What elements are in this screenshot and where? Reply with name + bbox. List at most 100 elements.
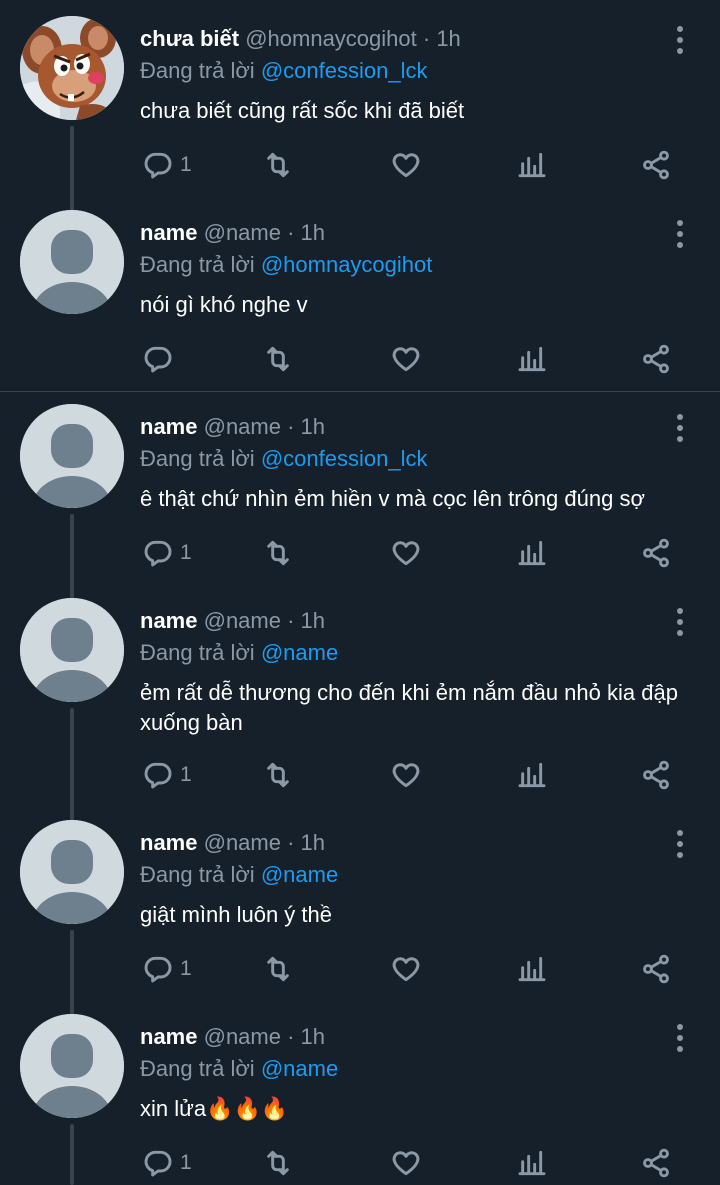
like-icon — [392, 1151, 420, 1176]
views-button[interactable] — [516, 1146, 548, 1180]
replying-prefix: Đang trả lời — [140, 58, 255, 83]
tweet[interactable]: name @name · 1h Đang trả lời @confession… — [0, 388, 720, 582]
timestamp[interactable]: · 1h — [287, 608, 325, 633]
avatar[interactable] — [20, 16, 124, 120]
tweet[interactable]: name @name · 1h Đang trả lời @name ẻm rấ… — [0, 582, 720, 804]
retweet-button[interactable] — [262, 342, 294, 376]
share-button[interactable] — [640, 758, 672, 792]
display-name[interactable]: name — [140, 414, 197, 439]
like-button[interactable] — [390, 342, 422, 376]
reply-button[interactable] — [142, 342, 180, 376]
like-button[interactable] — [390, 952, 422, 986]
replying-prefix: Đang trả lời — [140, 640, 255, 665]
replying-prefix: Đang trả lời — [140, 1056, 255, 1081]
views-button[interactable] — [516, 342, 548, 376]
tweet-actions: 1 — [140, 1146, 680, 1180]
replying-to: Đang trả lời @confession_lck — [140, 58, 427, 84]
timestamp[interactable]: · 1h — [287, 1024, 325, 1049]
replying-prefix: Đang trả lời — [140, 862, 255, 887]
share-button[interactable] — [640, 536, 672, 570]
avatar[interactable] — [20, 1014, 124, 1118]
views-icon — [518, 1150, 546, 1176]
reply-button[interactable]: 1 — [142, 536, 192, 570]
handle[interactable]: @name — [204, 830, 281, 855]
more-icon[interactable] — [674, 220, 686, 248]
like-button[interactable] — [390, 536, 422, 570]
handle[interactable]: @name — [204, 220, 281, 245]
handle[interactable]: @homnaycogihot — [245, 26, 417, 51]
like-icon — [392, 541, 420, 566]
views-button[interactable] — [516, 758, 548, 792]
share-button[interactable] — [640, 1146, 672, 1180]
views-button[interactable] — [516, 148, 548, 182]
replying-to-mention[interactable]: @name — [261, 1056, 338, 1081]
share-button[interactable] — [640, 342, 672, 376]
reply-button[interactable]: 1 — [142, 1146, 192, 1180]
display-name[interactable]: name — [140, 1024, 197, 1049]
more-icon[interactable] — [674, 414, 686, 442]
tweet[interactable]: name @name · 1h Đang trả lời @homnaycogi… — [0, 194, 720, 391]
replying-to: Đang trả lời @homnaycogihot — [140, 252, 432, 278]
like-button[interactable] — [390, 1146, 422, 1180]
display-name[interactable]: name — [140, 608, 197, 633]
reply-button[interactable]: 1 — [142, 148, 192, 182]
avatar[interactable] — [20, 404, 124, 508]
retweet-icon — [267, 1150, 289, 1176]
replying-to-mention[interactable]: @name — [261, 862, 338, 887]
retweet-button[interactable] — [262, 1146, 294, 1180]
display-name[interactable]: name — [140, 830, 197, 855]
avatar[interactable] — [20, 210, 124, 314]
views-button[interactable] — [516, 536, 548, 570]
tweet-header: name @name · 1h — [140, 1024, 325, 1050]
replying-to: Đang trả lời @name — [140, 1056, 338, 1082]
reply-button[interactable]: 1 — [142, 952, 192, 986]
tweet-text: xin lửa🔥🔥🔥 — [140, 1096, 289, 1121]
like-icon — [392, 347, 420, 372]
replying-to-mention[interactable]: @name — [261, 640, 338, 665]
tweet-text: nói gì khó nghe v — [140, 292, 308, 317]
share-button[interactable] — [640, 148, 672, 182]
tweet[interactable]: chưa biết @homnaycogihot · 1h Đang trả l… — [0, 0, 720, 194]
replying-to-mention[interactable]: @confession_lck — [261, 446, 428, 471]
tweet[interactable]: name @name · 1h Đang trả lời @name giật … — [0, 804, 720, 998]
views-icon — [518, 346, 546, 372]
tweet[interactable]: name @name · 1h Đang trả lời @name xin l… — [0, 998, 720, 1185]
views-button[interactable] — [516, 952, 548, 986]
tweet-header: name @name · 1h — [140, 220, 325, 246]
share-button[interactable] — [640, 952, 672, 986]
retweet-icon — [267, 346, 289, 372]
more-icon[interactable] — [674, 1024, 686, 1052]
handle[interactable]: @name — [204, 608, 281, 633]
views-icon — [518, 762, 546, 788]
reply-icon — [144, 540, 172, 567]
like-button[interactable] — [390, 148, 422, 182]
replying-prefix: Đang trả lời — [140, 446, 255, 471]
handle[interactable]: @name — [204, 1024, 281, 1049]
like-button[interactable] — [390, 758, 422, 792]
share-icon — [643, 344, 669, 374]
avatar[interactable] — [20, 598, 124, 702]
tweet-actions: 1 — [140, 536, 680, 570]
retweet-button[interactable] — [262, 758, 294, 792]
timestamp[interactable]: · 1h — [287, 414, 325, 439]
display-name[interactable]: name — [140, 220, 197, 245]
retweet-button[interactable] — [262, 536, 294, 570]
retweet-button[interactable] — [262, 148, 294, 182]
reply-button[interactable]: 1 — [142, 758, 192, 792]
display-name[interactable]: chưa biết — [140, 26, 239, 51]
like-icon — [392, 763, 420, 788]
more-icon[interactable] — [674, 26, 686, 54]
handle[interactable]: @name — [204, 414, 281, 439]
timestamp[interactable]: · 1h — [287, 220, 325, 245]
replying-to-mention[interactable]: @confession_lck — [261, 58, 428, 83]
replying-to: Đang trả lời @name — [140, 640, 338, 666]
more-icon[interactable] — [674, 608, 686, 636]
timestamp[interactable]: · 1h — [287, 830, 325, 855]
replying-to-mention[interactable]: @homnaycogihot — [261, 252, 433, 277]
retweet-button[interactable] — [262, 952, 294, 986]
share-icon — [643, 760, 669, 790]
timestamp[interactable]: · 1h — [423, 26, 461, 51]
share-icon — [643, 954, 669, 984]
avatar[interactable] — [20, 820, 124, 924]
more-icon[interactable] — [674, 830, 686, 858]
